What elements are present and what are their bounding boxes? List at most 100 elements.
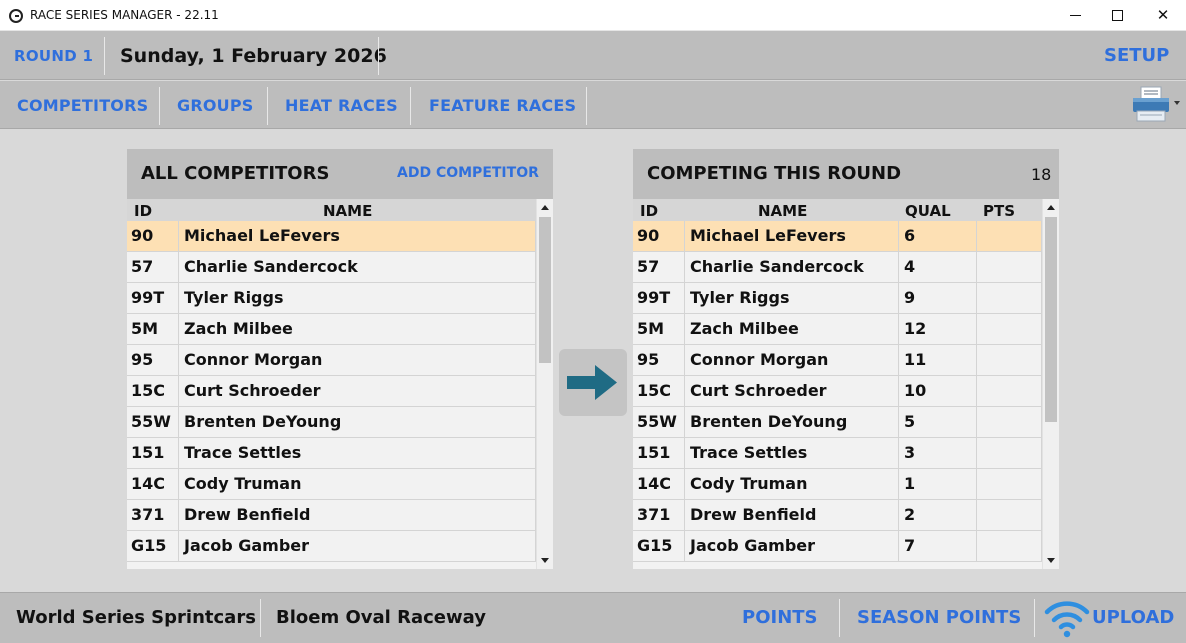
scroll-down-button[interactable] <box>537 552 553 569</box>
round-selector[interactable]: ROUND 1 <box>14 47 93 65</box>
table-row[interactable]: G15 Jacob Gamber 7 <box>633 531 1042 562</box>
tab-competitors[interactable]: COMPETITORS <box>17 96 148 115</box>
cell-name: Cody Truman <box>685 469 899 499</box>
track-name: Bloem Oval Raceway <box>276 607 486 628</box>
column-qual[interactable]: QUAL <box>905 202 951 220</box>
table-row[interactable]: 90 Michael LeFevers <box>127 221 536 252</box>
table-row[interactable]: 5M Zach Milbee 12 <box>633 314 1042 345</box>
cell-name: Charlie Sandercock <box>685 252 899 282</box>
table-row[interactable]: 5M Zach Milbee <box>127 314 536 345</box>
column-id[interactable]: ID <box>640 202 658 220</box>
cell-pts <box>977 376 1042 406</box>
cell-name: Trace Settles <box>685 438 899 468</box>
cell-id: 95 <box>633 345 685 375</box>
table-row[interactable]: 14C Cody Truman 1 <box>633 469 1042 500</box>
chevron-down-icon[interactable] <box>1174 101 1180 105</box>
divider <box>159 87 160 125</box>
maximize-button[interactable] <box>1094 0 1140 31</box>
minimize-icon <box>1069 15 1081 16</box>
table-row[interactable]: 151 Trace Settles 3 <box>633 438 1042 469</box>
all-competitors-scrollbar[interactable] <box>536 199 553 569</box>
table-row[interactable]: 90 Michael LeFevers 6 <box>633 221 1042 252</box>
setup-button[interactable]: SETUP <box>1104 45 1169 66</box>
table-row[interactable]: 371 Drew Benfield <box>127 500 536 531</box>
competing-scrollbar[interactable] <box>1042 199 1059 569</box>
chevron-down-icon <box>541 558 549 563</box>
close-button[interactable]: ✕ <box>1140 0 1186 31</box>
table-row[interactable]: 95 Connor Morgan <box>127 345 536 376</box>
cell-pts <box>977 407 1042 437</box>
add-to-round-button[interactable] <box>559 349 627 416</box>
cell-id: 371 <box>127 500 179 530</box>
table-row[interactable]: 99T Tyler Riggs <box>127 283 536 314</box>
all-competitors-list[interactable]: 90 Michael LeFevers 57 Charlie Sandercock 99… <box>127 221 536 566</box>
cell-name: Tyler Riggs <box>685 283 899 313</box>
cell-qual: 7 <box>899 531 977 561</box>
cell-qual: 12 <box>899 314 977 344</box>
scroll-up-button[interactable] <box>1043 199 1059 216</box>
cell-id: 55W <box>127 407 179 437</box>
column-pts[interactable]: PTS <box>983 202 1015 220</box>
scroll-up-button[interactable] <box>537 199 553 216</box>
cell-name: Tyler Riggs <box>179 283 536 313</box>
table-row[interactable]: 95 Connor Morgan 11 <box>633 345 1042 376</box>
competing-list[interactable]: 90 Michael LeFevers 6 57 Charlie Sandercock 4… <box>633 221 1042 566</box>
table-row[interactable]: 99T Tyler Riggs 9 <box>633 283 1042 314</box>
divider <box>260 599 261 637</box>
scroll-thumb[interactable] <box>1045 217 1057 422</box>
upload-button[interactable]: UPLOAD <box>1092 607 1174 628</box>
wifi-icon[interactable] <box>1043 596 1091 640</box>
cell-name: Connor Morgan <box>685 345 899 375</box>
table-row[interactable]: 14C Cody Truman <box>127 469 536 500</box>
table-row[interactable]: 15C Curt Schroeder 10 <box>633 376 1042 407</box>
table-row[interactable]: 55W Brenten DeYoung <box>127 407 536 438</box>
divider <box>839 599 840 637</box>
chevron-down-icon <box>1047 558 1055 563</box>
chevron-up-icon <box>1047 205 1055 210</box>
table-row[interactable]: G15 Jacob Gamber <box>127 531 536 562</box>
table-row[interactable]: 371 Drew Benfield 2 <box>633 500 1042 531</box>
cell-name: Brenten DeYoung <box>179 407 536 437</box>
tab-feature-races[interactable]: FEATURE RACES <box>429 96 576 115</box>
close-icon: ✕ <box>1156 6 1170 24</box>
printer-icon[interactable] <box>1131 85 1171 123</box>
table-row[interactable]: 151 Trace Settles <box>127 438 536 469</box>
competitor-count: 18 <box>1031 165 1052 184</box>
divider <box>410 87 411 125</box>
cell-name: Zach Milbee <box>685 314 899 344</box>
scroll-down-button[interactable] <box>1043 552 1059 569</box>
season-points-button[interactable]: SEASON POINTS <box>857 607 1021 628</box>
tab-groups[interactable]: GROUPS <box>177 96 254 115</box>
cell-name: Trace Settles <box>179 438 536 468</box>
table-row[interactable]: 57 Charlie Sandercock <box>127 252 536 283</box>
cell-id: 14C <box>633 469 685 499</box>
round-date: Sunday, 1 February 2026 <box>120 45 387 67</box>
table-row[interactable]: 57 Charlie Sandercock 4 <box>633 252 1042 283</box>
add-competitor-button[interactable]: ADD COMPETITOR <box>397 165 539 181</box>
cell-id: 95 <box>127 345 179 375</box>
cell-id: 99T <box>633 283 685 313</box>
divider <box>586 87 587 125</box>
tab-heat-races[interactable]: HEAT RACES <box>285 96 398 115</box>
column-name[interactable]: NAME <box>323 202 372 220</box>
cell-name: Drew Benfield <box>179 500 536 530</box>
table-row[interactable]: 55W Brenten DeYoung 5 <box>633 407 1042 438</box>
cell-id: 5M <box>127 314 179 344</box>
cell-pts <box>977 283 1042 313</box>
footer-bar: World Series Sprintcars Bloem Oval Racew… <box>0 592 1186 643</box>
cell-qual: 11 <box>899 345 977 375</box>
cell-id: 5M <box>633 314 685 344</box>
cell-qual: 2 <box>899 500 977 530</box>
points-button[interactable]: POINTS <box>742 607 818 628</box>
cell-id: 15C <box>127 376 179 406</box>
divider <box>267 87 268 125</box>
minimize-button[interactable] <box>1052 0 1098 31</box>
column-id[interactable]: ID <box>134 202 152 220</box>
app-logo-icon <box>9 9 23 23</box>
maximize-icon <box>1111 10 1123 21</box>
table-row[interactable]: 15C Curt Schroeder <box>127 376 536 407</box>
cell-name: Cody Truman <box>179 469 536 499</box>
scroll-thumb[interactable] <box>539 217 551 363</box>
column-name[interactable]: NAME <box>758 202 807 220</box>
cell-name: Charlie Sandercock <box>179 252 536 282</box>
